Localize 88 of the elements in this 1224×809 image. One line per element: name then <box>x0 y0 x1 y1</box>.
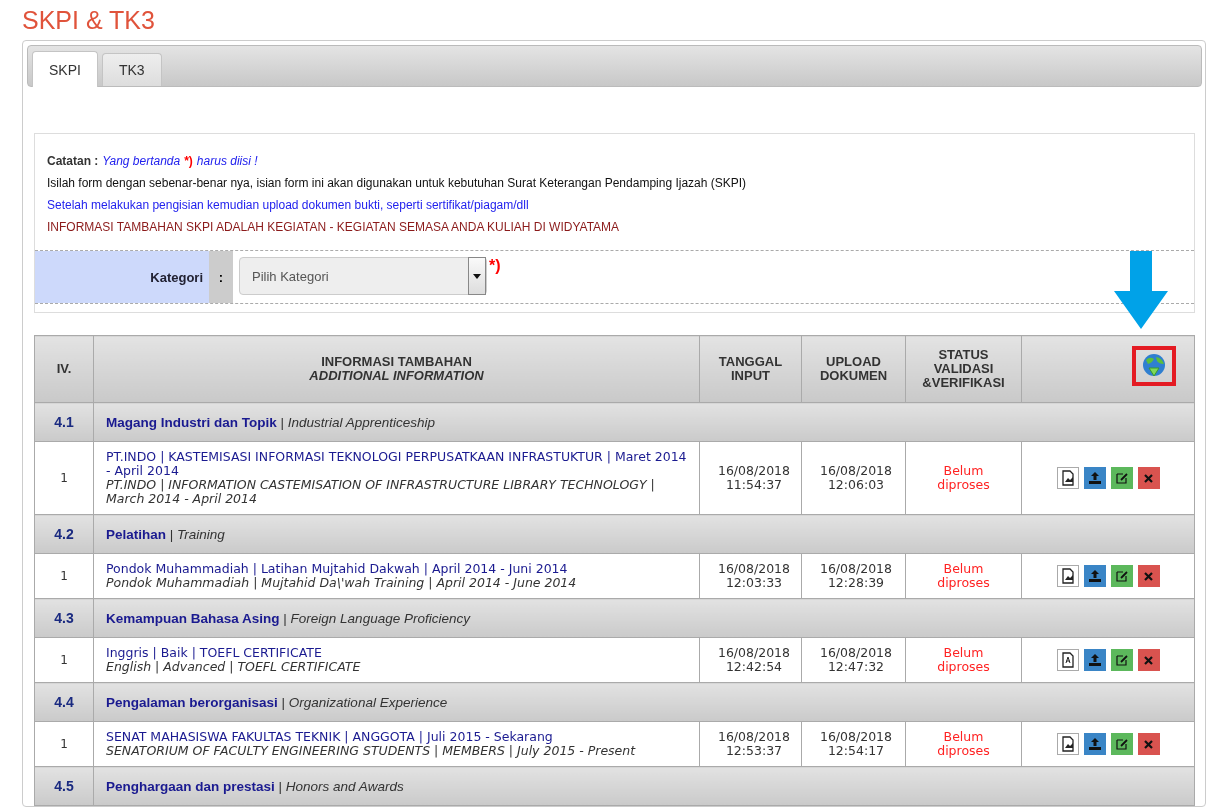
edit-icon <box>1115 738 1128 750</box>
row-number: 1 <box>59 653 69 667</box>
upload-button[interactable] <box>1083 649 1106 671</box>
input-date: 16/08/2018 11:54:37 <box>716 464 791 492</box>
activity-title: Inggris | Baik | TOEFL CERTIFICATE <box>106 646 323 660</box>
upload-date: 16/08/2018 12:28:39 <box>818 562 893 590</box>
section-title: Pelatihan | Training <box>106 526 225 542</box>
page-title: SKPI & TK3 <box>22 5 156 36</box>
required-mark: *) <box>184 153 193 170</box>
section-number: 4.2 <box>53 526 75 542</box>
activity-translation: Pondok Muhammadiah | Mujtahid Da\'wah Training | April 2014 - June 2014 <box>106 576 578 590</box>
column-header: UPLOAD DOKUMEN <box>801 335 906 403</box>
image-file-icon <box>1060 470 1075 486</box>
close-icon <box>1144 739 1153 749</box>
edit-button[interactable] <box>1110 467 1133 489</box>
category-select[interactable]: Pilih Kategori <box>239 257 487 295</box>
row-number: 1 <box>59 471 69 485</box>
tab[interactable]: SKPI <box>32 51 98 87</box>
upload-button[interactable] <box>1083 733 1106 755</box>
edit-icon <box>1115 472 1128 484</box>
delete-button[interactable] <box>1137 565 1160 587</box>
edit-button[interactable] <box>1110 649 1133 671</box>
view-document-button[interactable] <box>1056 467 1079 489</box>
status-text: Belum diproses <box>936 646 991 674</box>
note-text: INFORMASI TAMBAHAN SKPI ADALAH KEGIATAN - KEGIATAN SEMASA ANDA KULIAH DI WIDYATAMA <box>47 219 620 236</box>
column-header: IV. <box>34 335 94 403</box>
note-label: Catatan : <box>47 153 99 170</box>
section-title: Penghargaan dan prestasi | Honors and Awards <box>106 778 404 794</box>
delete-button[interactable] <box>1137 467 1160 489</box>
upload-icon <box>1088 654 1101 666</box>
note-text: Setelah melakukan pengisian kemudian upload dokumen bukti, seperti sertifikat/piagam/dll <box>47 197 529 214</box>
header-text: INFORMASI TAMBAHAN <box>320 355 473 369</box>
section-title: Pengalaman berorganisasi | Organizational Experience <box>106 694 448 710</box>
section-number: 4.3 <box>53 610 75 626</box>
section-number: 4.1 <box>53 414 75 430</box>
note-text: Isilah form dengan sebenar-benar nya, isian form ini akan digunakan untuk kebutuhan Surat Keterangan Pendamping Ijazah (SKPI) <box>47 175 747 192</box>
image-file-icon <box>1060 736 1075 752</box>
activity-translation: SENATORIUM OF FACULTY ENGINEERING STUDENTS | MEMBERS | July 2015 - Present <box>106 744 637 758</box>
required-mark: *) <box>489 257 501 275</box>
section-title: Magang Industri dan Topik | Industrial Apprenticeship <box>106 414 436 430</box>
upload-icon <box>1088 738 1101 750</box>
activity-translation: PT.INDO | INFORMATION CASTEMISATION OF INFRASTRUCTURE LIBRARY TECHNOLOGY | March 2014 - April 2014 <box>106 478 656 506</box>
tab[interactable]: TK3 <box>101 53 162 86</box>
delete-button[interactable] <box>1137 649 1160 671</box>
status-text: Belum diproses <box>936 730 991 758</box>
upload-button[interactable] <box>1083 565 1106 587</box>
download-button[interactable] <box>1132 346 1176 386</box>
row-number: 1 <box>59 737 69 751</box>
view-document-button[interactable] <box>1056 565 1079 587</box>
header-subtext: ADDITIONAL INFORMATION <box>308 369 485 383</box>
section-title: Kemampuan Bahasa Asing | Foreign Language Proficiency <box>106 610 470 626</box>
status-text: Belum diproses <box>936 562 991 590</box>
column-header: STATUS VALIDASI &VERIFIKASI <box>905 335 1022 403</box>
upload-date: 16/08/2018 12:06:03 <box>818 464 893 492</box>
activity-translation: English | Advanced | TOEFL CERTIFICATE <box>106 660 362 674</box>
edit-button[interactable] <box>1110 565 1133 587</box>
note-hint: Yang bertanda <box>102 153 181 170</box>
edit-button[interactable] <box>1110 733 1133 755</box>
delete-button[interactable] <box>1137 733 1160 755</box>
input-date: 16/08/2018 12:03:33 <box>716 562 791 590</box>
upload-icon <box>1088 570 1101 582</box>
upload-icon <box>1088 472 1101 484</box>
row-number: 1 <box>59 569 69 583</box>
upload-date: 16/08/2018 12:54:17 <box>818 730 893 758</box>
upload-button[interactable] <box>1083 467 1106 489</box>
status-text: Belum diproses <box>936 464 991 492</box>
edit-icon <box>1115 570 1128 582</box>
pdf-file-icon <box>1060 652 1075 668</box>
close-icon <box>1144 473 1153 483</box>
input-date: 16/08/2018 12:42:54 <box>716 646 791 674</box>
close-icon <box>1144 655 1153 665</box>
close-icon <box>1144 571 1153 581</box>
upload-date: 16/08/2018 12:47:32 <box>818 646 893 674</box>
activity-title: Pondok Muhammadiah | Latihan Mujtahid Dakwah | April 2014 - Juni 2014 <box>106 562 569 576</box>
column-header: TANGGAL INPUT <box>699 335 802 403</box>
view-document-button[interactable] <box>1056 733 1079 755</box>
image-file-icon <box>1060 568 1075 584</box>
field-separator: : <box>209 251 233 303</box>
edit-icon <box>1115 654 1128 666</box>
caret-icon[interactable] <box>468 257 486 295</box>
field-label: Kategori <box>35 251 209 303</box>
section-number: 4.4 <box>53 694 75 710</box>
view-document-button[interactable] <box>1056 649 1079 671</box>
activity-title: PT.INDO | KASTEMISASI INFORMASI TEKNOLOGI PERPUSATKAAN INFRASTUKTUR | Maret 2014 - April 2014 <box>106 450 687 478</box>
activity-title: SENAT MAHASISWA FAKULTAS TEKNIK | ANGGOTA | Juli 2015 - Sekarang <box>106 730 554 744</box>
section-number: 4.5 <box>53 778 75 794</box>
input-date: 16/08/2018 12:53:37 <box>716 730 791 758</box>
note-hint: harus diisi ! <box>196 153 258 170</box>
